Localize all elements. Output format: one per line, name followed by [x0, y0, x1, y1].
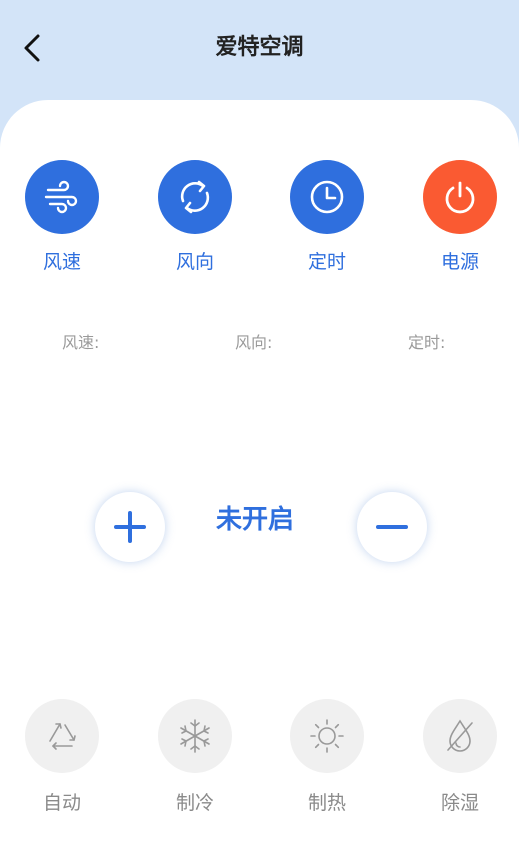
mode-dehumidify-circle	[423, 699, 497, 773]
mode-heat-label: 制热	[307, 792, 346, 814]
mode-auto-circle	[25, 699, 99, 773]
dehumidify-icon	[447, 719, 473, 752]
auto-cycle-icon	[49, 723, 76, 750]
sun-icon	[310, 719, 344, 753]
wind-icon	[44, 180, 78, 214]
cycle-icon	[180, 180, 210, 214]
snowflake-icon	[180, 719, 210, 753]
header: 爱特空调	[0, 0, 519, 100]
wind-speed-status: 风速:	[62, 333, 100, 352]
page-title: 爱特空调	[215, 35, 304, 60]
power-icon	[445, 181, 475, 214]
power-button[interactable]: 电源	[405, 160, 515, 273]
wind-speed-label: 风速	[42, 251, 81, 273]
wind-speed-button[interactable]: 风速	[7, 160, 117, 273]
timer-circle	[290, 160, 364, 234]
power-circle	[423, 160, 497, 234]
mode-auto-button[interactable]: 自动	[7, 699, 117, 814]
mode-cool-circle	[158, 699, 232, 773]
wind-direction-label: 风向	[175, 251, 214, 273]
mode-dehumidify-label: 除湿	[440, 792, 479, 814]
mode-cool-button[interactable]: 制冷	[140, 699, 250, 814]
mode-cool-label: 制冷	[175, 792, 214, 814]
wind-direction-button[interactable]: 风向	[140, 160, 250, 273]
wind-direction-status: 风向:	[235, 333, 273, 352]
wind-speed-circle	[25, 160, 99, 234]
wind-direction-circle	[158, 160, 232, 234]
timer-button[interactable]: 定时	[272, 160, 382, 273]
clock-icon	[310, 180, 344, 214]
increase-button[interactable]	[95, 492, 165, 562]
minus-icon	[376, 525, 408, 529]
timer-label: 定时	[307, 251, 346, 273]
timer-status: 定时:	[408, 333, 446, 352]
plus-icon	[114, 511, 146, 543]
power-label: 电源	[440, 251, 479, 273]
power-state-text: 未开启	[215, 505, 294, 535]
mode-dehumidify-button[interactable]: 除湿	[405, 699, 515, 814]
mode-heat-circle	[290, 699, 364, 773]
mode-heat-button[interactable]: 制热	[272, 699, 382, 814]
decrease-button[interactable]	[357, 492, 427, 562]
mode-auto-label: 自动	[42, 792, 81, 814]
